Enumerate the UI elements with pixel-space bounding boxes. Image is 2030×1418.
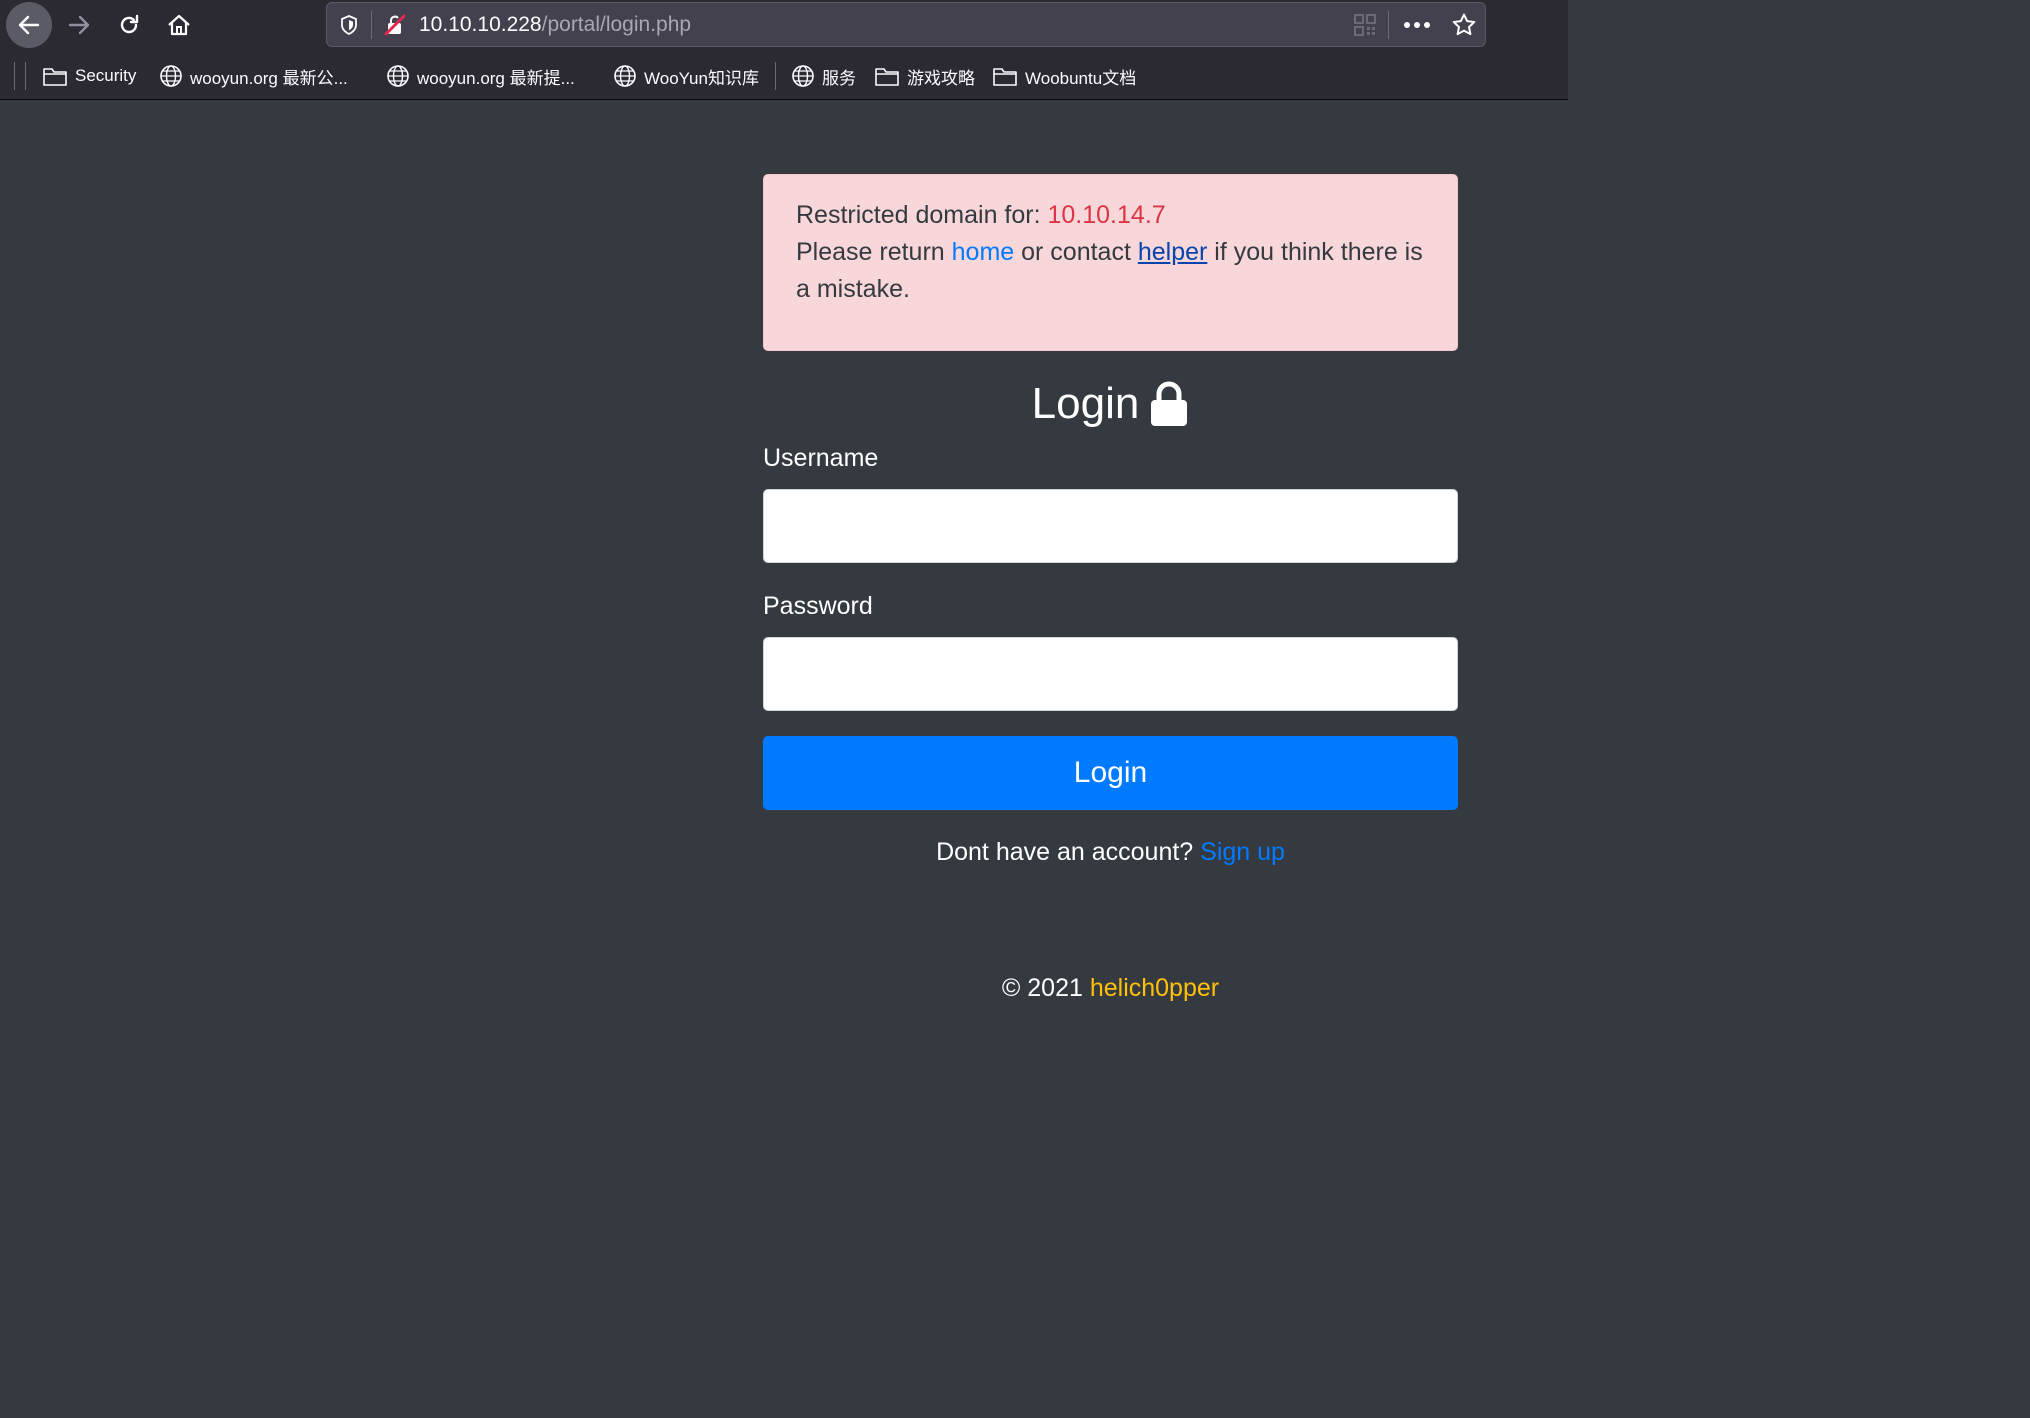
bookmark-wooyun-kb[interactable]: WooYun知识库 [613,63,759,89]
url-host: 10.10.10.228 [419,13,542,36]
bookmark-wooyun-public[interactable]: wooyun.org 最新公... [159,63,348,89]
url-text[interactable]: 10.10.10.228/portal/login.php [419,13,691,37]
bookmark-security[interactable]: Security [42,63,136,89]
bookmark-label: Woobuntu文档 [1025,68,1137,88]
bookmark-woobuntu-docs[interactable]: Woobuntu文档 [992,63,1136,89]
globe-icon [791,64,815,88]
folder-icon [874,65,900,87]
signup-prompt: Dont have an account? Sign up [763,838,1458,867]
helper-link[interactable]: helper [1138,238,1208,266]
home-icon [168,14,190,36]
username-input[interactable] [763,489,1458,563]
login-button[interactable]: Login [763,736,1458,810]
more-actions-icon[interactable] [1399,11,1435,39]
divider [371,11,372,39]
url-path: /portal/login.php [541,13,692,36]
author-name: helich0pper [1089,974,1220,1002]
alert-ip: 10.10.14.7 [1047,201,1166,229]
bookmark-game-guides[interactable]: 游戏攻略 [874,63,975,89]
password-label: Password [763,592,873,620]
arrow-right-icon [68,15,90,35]
copyright-text: © 2021 [1001,974,1090,1002]
browser-toolbar: 10.10.10.228/portal/login.php [0,0,1568,52]
divider [25,62,26,90]
login-title-text: Login [1031,379,1140,428]
home-button[interactable] [156,2,202,48]
qr-code-icon[interactable] [1353,13,1377,42]
divider [1388,11,1389,39]
address-bar[interactable]: 10.10.10.228/portal/login.php [326,2,1486,47]
bookmark-services[interactable]: 服务 [791,63,856,89]
bookmarks-bar: Security wooyun.org 最新公... wooyun.org 最新… [0,52,1568,100]
signup-text: Dont have an account? [936,838,1201,866]
arrow-left-icon [18,15,40,35]
bookmark-label: wooyun.org 最新公... [190,68,348,88]
bookmark-label: 游戏攻略 [907,68,975,88]
alert-text: or contact [1014,238,1138,266]
bookmark-label: wooyun.org 最新提... [417,68,575,88]
folder-icon [992,65,1018,87]
divider [775,62,776,90]
alert-text: Please return [796,238,952,266]
insecure-lock-icon[interactable] [383,13,407,42]
lock-icon [1149,381,1189,427]
bookmark-label: Security [75,66,137,85]
shield-icon[interactable] [337,13,361,42]
globe-icon [159,64,183,88]
home-link[interactable]: home [952,238,1015,266]
globe-icon [386,64,410,88]
reload-button[interactable] [106,2,152,48]
globe-icon [613,64,637,88]
bookmark-wooyun-submit[interactable]: wooyun.org 最新提... [386,63,575,89]
bookmark-label: WooYun知识库 [644,68,759,88]
signup-link[interactable]: Sign up [1200,838,1285,866]
username-label: Username [763,444,879,472]
alert-prefix: Restricted domain for: [796,201,1048,229]
restricted-alert: Restricted domain for: 10.10.14.7 Please… [763,174,1458,351]
password-input[interactable] [763,637,1458,711]
folder-icon [42,65,68,87]
divider [14,62,15,90]
star-icon[interactable] [1451,12,1477,43]
login-heading: Login [763,374,1458,434]
footer: © 2021 helich0pper [763,974,1458,1003]
reload-icon [120,14,139,34]
forward-button[interactable] [56,2,102,48]
bookmark-label: 服务 [822,68,856,88]
back-button[interactable] [6,2,52,48]
